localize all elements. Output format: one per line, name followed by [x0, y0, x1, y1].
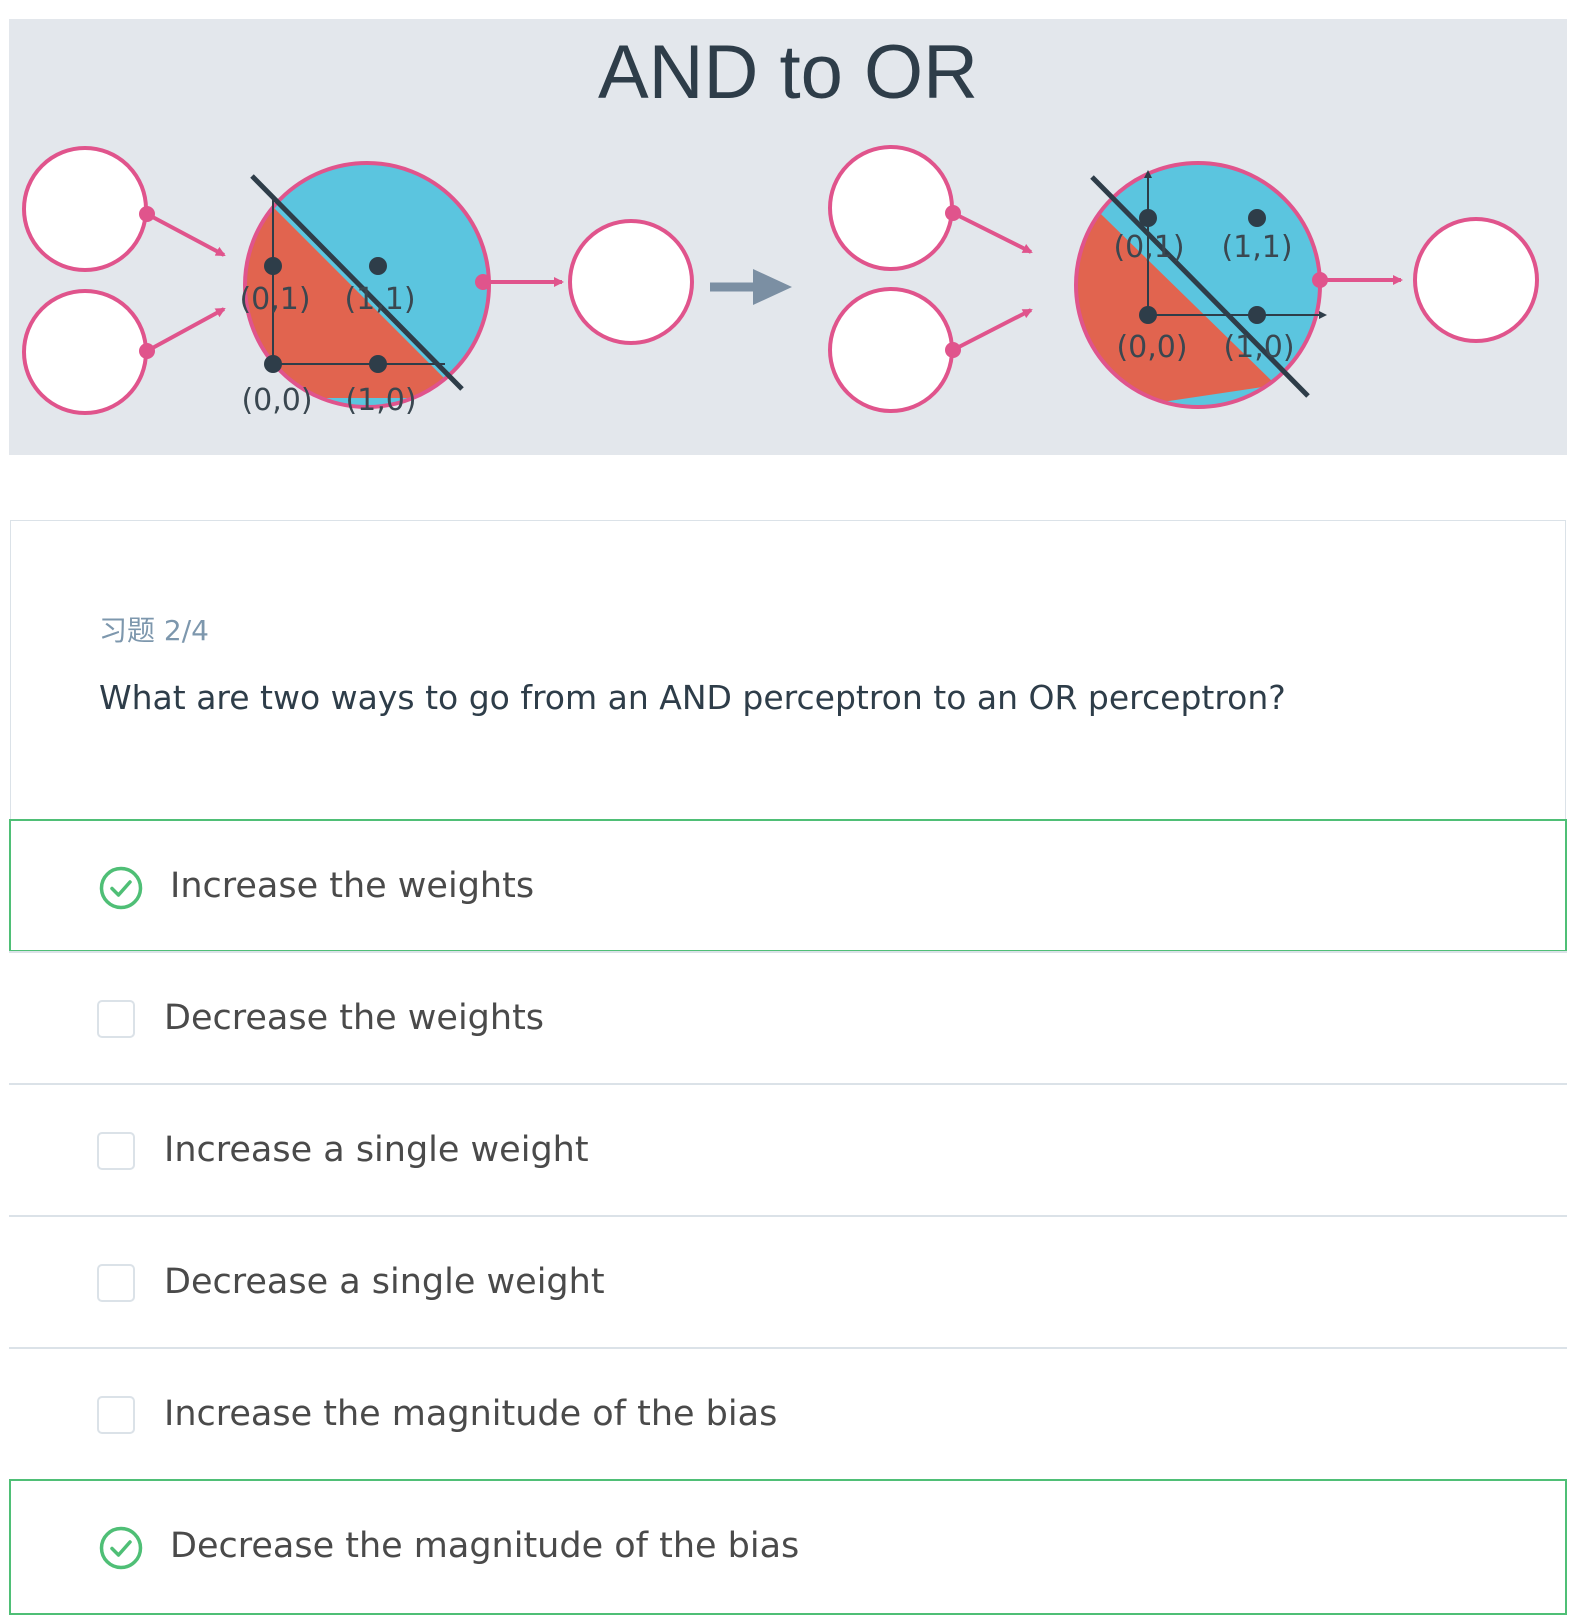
and-label-0-1: (0,1)	[239, 282, 310, 317]
option-decrease-weights[interactable]: Decrease the weights	[9, 951, 1567, 1084]
option-increase-bias-magnitude[interactable]: Increase the magnitude of the bias	[9, 1347, 1567, 1480]
and-label-1-1: (1,1)	[344, 282, 415, 317]
or-input-node-1	[828, 145, 954, 271]
option-label: Increase the weights	[170, 866, 535, 906]
option-label: Decrease a single weight	[164, 1262, 605, 1302]
and-input-arrow-2	[146, 307, 226, 353]
option-label: Decrease the weights	[164, 998, 545, 1038]
quiz-card: 习题 2/4 What are two ways to go from an A…	[9, 520, 1567, 1615]
or-input-node-2	[828, 287, 954, 413]
checkbox[interactable]	[97, 1132, 135, 1170]
checkbox[interactable]	[97, 1264, 135, 1302]
perceptron-diagram: AND to OR (0,1) (1,1) (0,0) (1,0) (0,1) …	[22, 30, 1539, 418]
or-label-0-0: (0,0)	[1116, 330, 1187, 365]
quiz-counter: 习题 2/4	[99, 614, 209, 647]
option-label: Decrease the magnitude of the bias	[170, 1526, 800, 1566]
or-perceptron-node	[1074, 161, 1327, 409]
option-decrease-single-weight[interactable]: Decrease a single weight	[9, 1215, 1567, 1348]
check-circle-icon	[99, 1526, 143, 1574]
or-label-1-1: (1,1)	[1221, 230, 1292, 265]
or-input-arrow-1	[952, 211, 1033, 254]
figure-title: AND to OR	[598, 30, 978, 115]
checkbox[interactable]	[97, 1000, 135, 1038]
check-circle-icon	[99, 866, 143, 914]
option-increase-weights[interactable]: Increase the weights	[9, 819, 1567, 952]
quiz-question: What are two ways to go from an AND perc…	[99, 678, 1286, 717]
and-input-arrow-1	[146, 212, 226, 257]
option-label: Increase a single weight	[164, 1130, 589, 1170]
or-label-0-1: (0,1)	[1113, 230, 1184, 265]
and-input-node-2	[22, 289, 148, 415]
transition-arrow-icon	[710, 269, 792, 305]
option-increase-single-weight[interactable]: Increase a single weight	[9, 1083, 1567, 1216]
and-input-node-1	[22, 146, 148, 272]
checkbox[interactable]	[97, 1396, 135, 1434]
or-label-1-0: (1,0)	[1223, 330, 1294, 365]
and-to-or-figure: AND to OR (0,1) (1,1) (0,0) (1,0) (0,1) …	[9, 19, 1567, 455]
option-decrease-bias-magnitude[interactable]: Decrease the magnitude of the bias	[9, 1479, 1567, 1615]
and-output-node	[568, 219, 694, 345]
option-label: Increase the magnitude of the bias	[164, 1394, 778, 1434]
or-output-node	[1413, 217, 1539, 343]
or-input-arrow-2	[952, 308, 1033, 352]
and-label-1-0: (1,0)	[345, 383, 416, 418]
and-label-0-0: (0,0)	[241, 383, 312, 418]
